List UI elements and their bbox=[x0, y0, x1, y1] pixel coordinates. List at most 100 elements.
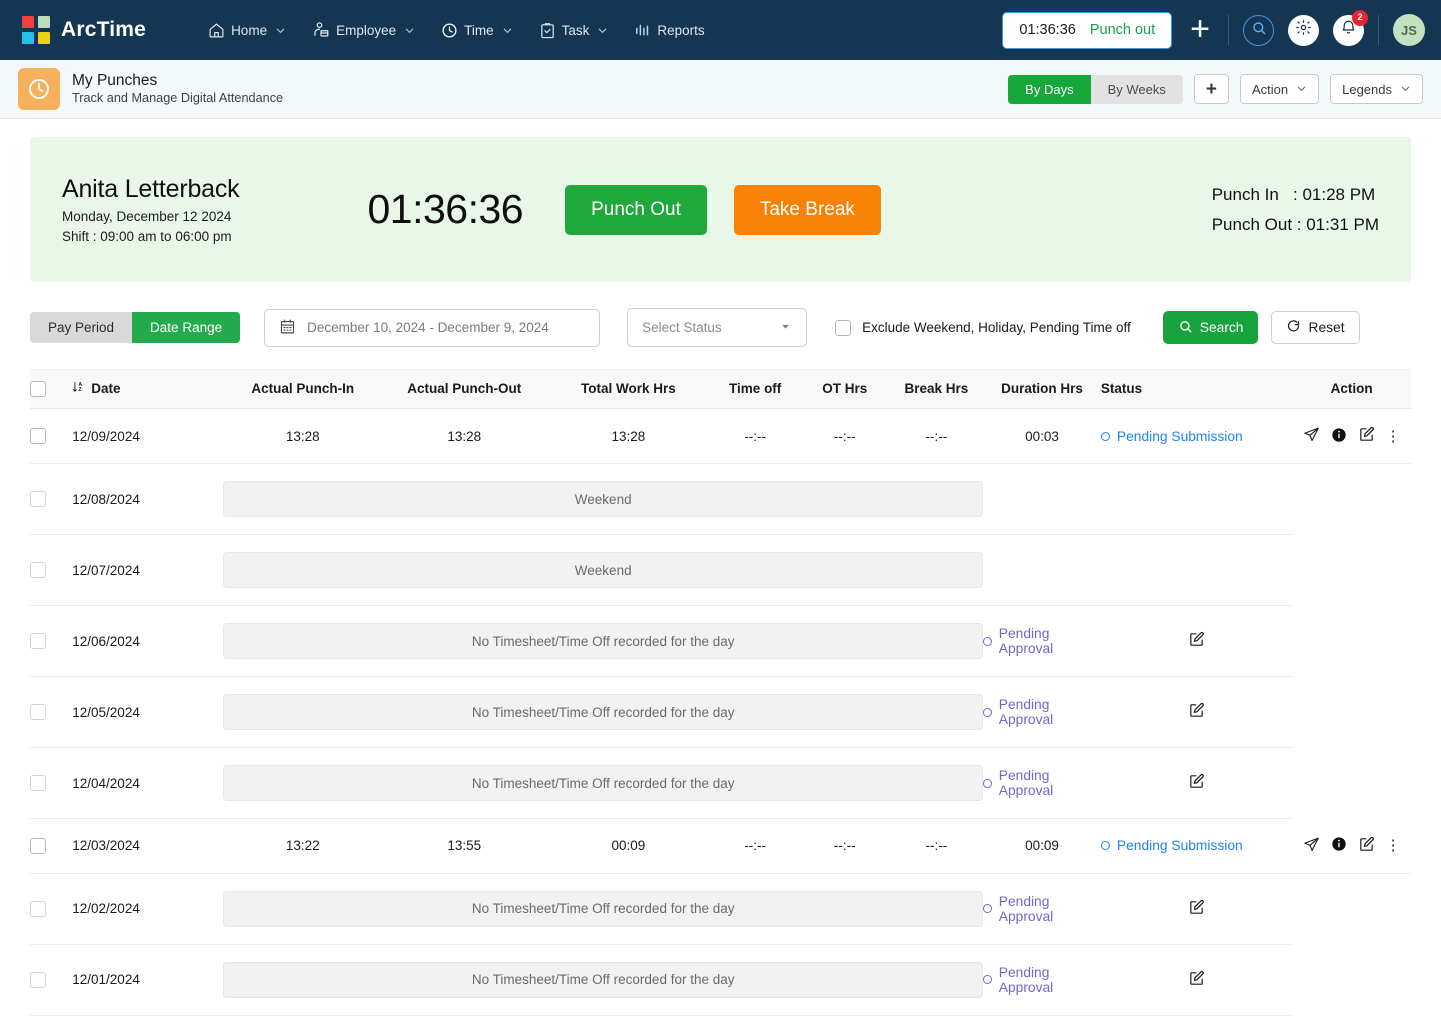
search-submit-button[interactable]: Search bbox=[1162, 311, 1259, 344]
table-row: 12/04/2024 No Timesheet/Time Off recorded… bbox=[30, 747, 1411, 819]
punch-in-value: : 01:28 PM bbox=[1293, 185, 1376, 205]
page-clock-icon bbox=[18, 68, 60, 110]
avatar[interactable]: JS bbox=[1393, 14, 1425, 46]
toggle-date-range[interactable]: Date Range bbox=[132, 312, 241, 343]
nav-item-employee[interactable]: Employee bbox=[312, 21, 415, 39]
chevron-down-icon bbox=[275, 25, 286, 36]
header-punch-timer[interactable]: 01:36:36 Punch out bbox=[1002, 11, 1173, 49]
cell-date: 12/06/2024 bbox=[72, 605, 224, 677]
edit-icon[interactable] bbox=[1188, 970, 1205, 990]
row-checkbox[interactable] bbox=[30, 837, 46, 854]
row-checkbox[interactable] bbox=[30, 428, 46, 445]
column-header-punch-in[interactable]: Actual Punch-In bbox=[223, 369, 383, 409]
table-row: 12/05/2024 No Timesheet/Time Off recorded… bbox=[30, 676, 1411, 748]
info-icon[interactable] bbox=[1331, 427, 1347, 446]
column-header-total-work[interactable]: Total Work Hrs bbox=[546, 369, 711, 409]
svg-text:Z: Z bbox=[79, 387, 83, 393]
search-button[interactable] bbox=[1243, 14, 1274, 46]
edit-icon[interactable] bbox=[1188, 899, 1205, 919]
action-dropdown[interactable]: Action bbox=[1239, 74, 1320, 104]
cell-day-message: Weekend bbox=[223, 463, 984, 535]
more-icon[interactable]: ⋮ bbox=[1386, 838, 1401, 853]
reset-button[interactable]: Reset bbox=[1271, 311, 1360, 344]
toggle-pay-period[interactable]: Pay Period bbox=[30, 312, 132, 343]
edit-icon[interactable] bbox=[1188, 631, 1205, 651]
column-header-date[interactable]: AZ Date bbox=[72, 369, 224, 409]
notifications-button[interactable]: 2 bbox=[1333, 9, 1368, 46]
view-toggle: By Days By Weeks bbox=[1008, 74, 1183, 104]
date-range-input[interactable]: December 10, 2024 - December 9, 2024 bbox=[264, 308, 601, 347]
cell-break-hrs: --:-- bbox=[889, 818, 984, 874]
edit-icon[interactable] bbox=[1188, 773, 1205, 793]
punch-in-label: Punch In bbox=[1211, 185, 1279, 205]
cell-day-message: No Timesheet/Time Off recorded for the d… bbox=[223, 747, 984, 819]
table-row: 12/06/2024 No Timesheet/Time Off recorded… bbox=[30, 605, 1411, 677]
table-header-row: AZ Date Actual Punch-In Actual Punch-Out… bbox=[30, 369, 1411, 409]
column-header-punch-out[interactable]: Actual Punch-Out bbox=[382, 369, 547, 409]
exclude-checkbox-group[interactable]: Exclude Weekend, Holiday, Pending Time o… bbox=[835, 319, 1131, 336]
cell-punch-out: 13:28 bbox=[382, 408, 547, 464]
toggle-by-weeks[interactable]: By Weeks bbox=[1091, 75, 1183, 104]
column-header-status[interactable]: Status bbox=[1100, 369, 1293, 409]
nav-label-reports: Reports bbox=[657, 22, 705, 38]
main-nav: Home Employee Time Task Reports bbox=[208, 21, 705, 39]
top-nav-actions: 01:36:36 Punch out + 2 JS bbox=[1002, 9, 1425, 49]
cell-day-message: No Timesheet/Time Off recorded for the d… bbox=[223, 676, 984, 748]
settings-button[interactable] bbox=[1288, 14, 1319, 46]
live-timer: 01:36:36 bbox=[367, 186, 524, 232]
send-icon[interactable] bbox=[1303, 836, 1320, 856]
row-checkbox[interactable] bbox=[30, 491, 46, 508]
send-icon[interactable] bbox=[1303, 426, 1320, 446]
toggle-by-days[interactable]: By Days bbox=[1008, 74, 1091, 104]
nav-item-task[interactable]: Task bbox=[539, 22, 609, 39]
cell-day-message: No Timesheet/Time Off recorded for the d… bbox=[223, 605, 984, 677]
nav-item-time[interactable]: Time bbox=[441, 22, 513, 39]
select-all-checkbox[interactable] bbox=[30, 380, 46, 397]
row-action-group: ⋮ bbox=[1303, 836, 1401, 856]
column-header-ot-hrs[interactable]: OT Hrs bbox=[799, 369, 890, 409]
main-content: Anita Letterback Monday, December 12 202… bbox=[0, 137, 1441, 1016]
punch-out-button[interactable]: Punch Out bbox=[565, 184, 707, 235]
row-action-group: ⋮ bbox=[1303, 426, 1401, 446]
row-checkbox[interactable] bbox=[30, 900, 46, 917]
column-header-time-off[interactable]: Time off bbox=[710, 369, 800, 409]
cell-actions bbox=[1100, 944, 1293, 1016]
take-break-button[interactable]: Take Break bbox=[733, 184, 881, 235]
edit-icon[interactable] bbox=[1358, 836, 1375, 856]
nav-label-employee: Employee bbox=[336, 22, 397, 38]
status-select[interactable]: Select Status bbox=[627, 308, 808, 347]
more-icon[interactable]: ⋮ bbox=[1386, 429, 1401, 444]
row-checkbox[interactable] bbox=[30, 562, 46, 579]
cell-duration-hrs: 00:09 bbox=[983, 818, 1101, 874]
info-icon[interactable] bbox=[1331, 836, 1347, 855]
nav-item-reports[interactable]: Reports bbox=[634, 22, 705, 39]
legends-dropdown[interactable]: Legends bbox=[1330, 74, 1423, 104]
row-select-cell bbox=[30, 408, 73, 464]
row-checkbox[interactable] bbox=[30, 704, 46, 721]
chevron-down-icon bbox=[597, 25, 608, 36]
table-body: 12/09/2024 13:28 13:28 13:28 --:-- --:-- --:--… bbox=[30, 408, 1411, 1016]
cell-total-work: 13:28 bbox=[546, 408, 711, 464]
employee-icon bbox=[312, 21, 330, 39]
day-message-bar: No Timesheet/Time Off recorded for the d… bbox=[223, 765, 984, 801]
cell-date: 12/02/2024 bbox=[72, 873, 224, 945]
column-header-break-hrs[interactable]: Break Hrs bbox=[889, 369, 984, 409]
row-checkbox[interactable] bbox=[30, 971, 46, 988]
column-header-duration-hrs[interactable]: Duration Hrs bbox=[983, 369, 1101, 409]
page-title: My Punches bbox=[72, 71, 158, 89]
nav-item-home[interactable]: Home bbox=[208, 22, 286, 39]
row-checkbox[interactable] bbox=[30, 775, 46, 792]
cell-status bbox=[983, 463, 1101, 535]
edit-icon[interactable] bbox=[1358, 426, 1375, 446]
cell-status: Pending Approval bbox=[983, 747, 1101, 819]
exclude-checkbox[interactable] bbox=[835, 319, 852, 336]
row-checkbox[interactable] bbox=[30, 633, 46, 650]
brand-logo[interactable]: ArcTime bbox=[22, 16, 146, 44]
page-subtitle: Track and Manage Digital Attendance bbox=[72, 91, 284, 106]
logo-squares-icon bbox=[22, 16, 50, 44]
cell-date: 12/03/2024 bbox=[72, 818, 224, 874]
add-button[interactable]: + bbox=[1186, 12, 1214, 46]
cell-actions bbox=[1100, 534, 1293, 606]
edit-icon[interactable] bbox=[1188, 702, 1205, 722]
add-punch-button[interactable]: + bbox=[1193, 74, 1229, 104]
